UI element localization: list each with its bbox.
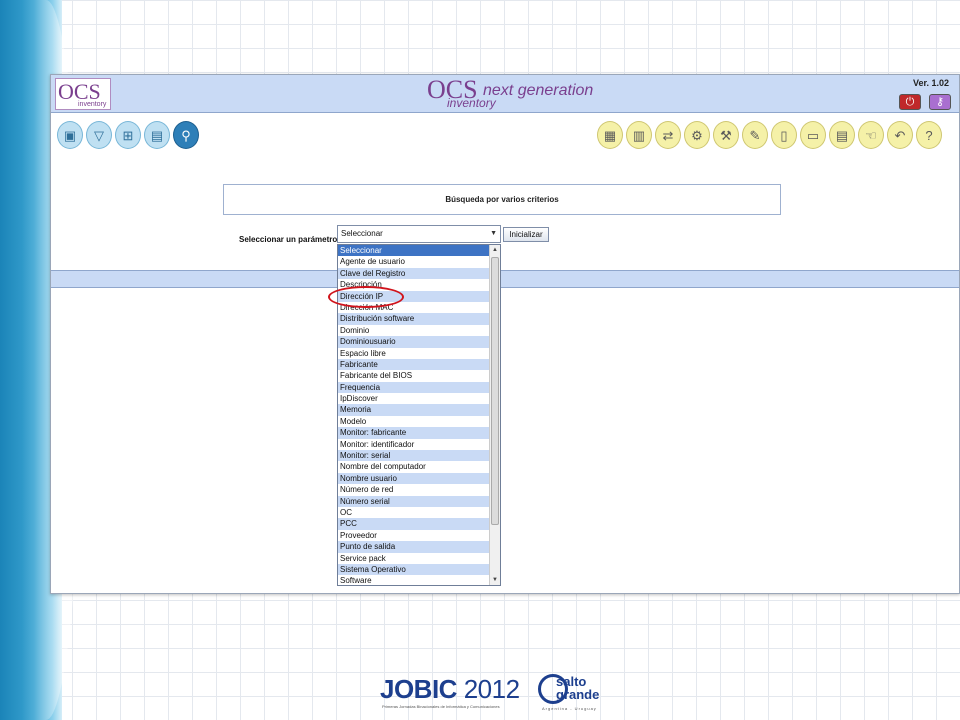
dropdown-option[interactable]: Software xyxy=(338,575,490,585)
dropdown-option[interactable]: IpDiscover xyxy=(338,393,490,404)
results-header-band xyxy=(51,270,959,288)
param-label: Seleccionar un parámetro: xyxy=(239,235,340,244)
salto-grande-line2: grande xyxy=(556,687,600,702)
logo-center-generation: next generation xyxy=(483,82,594,99)
toolbar-right: ▦ ▥ ⇄ ⚙ ⚒ ✎ ▯ ▭ ▤ ☜ ↶? xyxy=(597,121,942,149)
slide-footer: JOBIC 2012 Primeras Jornadas Binacionale… xyxy=(380,672,640,716)
dropdown-option[interactable]: Número de red xyxy=(338,484,490,495)
app-header: OCS inventory OCS next generation invent… xyxy=(51,75,959,113)
dropdown-option[interactable]: Punto de salida xyxy=(338,541,490,553)
logout-button[interactable]: ⏻ xyxy=(899,94,921,110)
tools-icon[interactable]: ⚒ xyxy=(713,121,739,149)
password-button[interactable]: ⚷ xyxy=(929,94,951,110)
dropdown-option[interactable]: Fabricante xyxy=(338,358,490,371)
dropdown-option[interactable]: Sistema Operativo xyxy=(338,563,490,576)
ocs-logo-small[interactable]: OCS inventory xyxy=(55,78,111,110)
salto-grande-text: salto grande xyxy=(556,675,599,701)
scroll-thumb[interactable] xyxy=(491,257,499,525)
dropdown-option[interactable]: Nombre del computador xyxy=(338,461,490,472)
search-icon[interactable]: ⚲ xyxy=(173,121,199,149)
jobic-logo: JOBIC 2012 xyxy=(380,674,520,705)
scroll-down-icon[interactable]: ▼ xyxy=(490,575,500,585)
dropdown-option[interactable]: Monitor: identificador xyxy=(338,439,490,450)
version-label: Ver. 1.02 xyxy=(912,78,949,88)
edit-icon[interactable]: ✎ xyxy=(742,121,768,149)
documents-icon[interactable]: ▯ xyxy=(771,121,797,149)
dropdown-option[interactable]: Fabricante del BIOS xyxy=(338,370,490,381)
key-icon: ⚷ xyxy=(935,96,945,108)
groups-icon[interactable]: ▤ xyxy=(144,121,170,149)
gift-icon[interactable]: ▦ xyxy=(597,121,623,149)
toolbar-left: ▣ ▽ ⊞ ▤ ⚲ xyxy=(57,121,199,149)
logo-small-sub: inventory xyxy=(78,101,107,108)
dropdown-scrollbar[interactable]: ▲ ▼ xyxy=(489,245,500,585)
ocs-app-window: OCS inventory OCS next generation invent… xyxy=(50,74,960,594)
dropdown-option[interactable]: Agente de usuario xyxy=(338,256,490,267)
salto-grande-subtitle: Argentina - Uruguay xyxy=(542,706,597,711)
dropdown-option[interactable]: OC xyxy=(338,507,490,518)
dropdown-option[interactable]: Nombre usuario xyxy=(338,472,490,485)
network-icon[interactable]: ⊞ xyxy=(115,121,141,149)
back-icon[interactable]: ↶ xyxy=(887,121,913,149)
dropdown-option[interactable]: Service pack xyxy=(338,553,490,564)
annotation-highlight-ring xyxy=(328,286,404,308)
logo-center-inventory: inventory xyxy=(447,96,496,110)
jobic-text: JOBIC xyxy=(380,674,457,704)
dropdown-option[interactable]: Proveedor xyxy=(338,530,490,541)
param-select[interactable]: Seleccionar ▼ xyxy=(337,225,501,243)
filter-icon[interactable]: ▽ xyxy=(86,121,112,149)
help-icon[interactable]: ? xyxy=(916,121,942,149)
dropdown-option[interactable]: Dominio xyxy=(338,325,490,336)
search-title: Búsqueda por varios criterios xyxy=(223,184,781,215)
init-button[interactable]: Inicializar xyxy=(503,227,549,242)
param-select-value: Seleccionar xyxy=(341,229,383,238)
chevron-down-icon: ▼ xyxy=(490,230,497,237)
dropdown-option[interactable]: Seleccionar xyxy=(338,245,490,257)
dropdown-option[interactable]: Espacio libre xyxy=(338,348,490,359)
power-icon: ⏻ xyxy=(905,96,915,108)
dropdown-option[interactable]: Monitor: fabricante xyxy=(338,427,490,439)
dropdown-option[interactable]: Clave del Registro xyxy=(338,267,490,280)
transfer-icon[interactable]: ⇄ xyxy=(655,121,681,149)
dropdown-option[interactable]: Memoria xyxy=(338,404,490,416)
dropdown-option[interactable]: Frequencia xyxy=(338,381,490,394)
report-icon[interactable]: ▤ xyxy=(829,121,855,149)
dropdown-option[interactable]: PCC xyxy=(338,518,490,530)
jobic-subtitle: Primeras Jornadas Binacionales de Inform… xyxy=(382,704,500,709)
inventory-icon[interactable]: ▥ xyxy=(626,121,652,149)
dropdown-option[interactable]: Número serial xyxy=(338,495,490,507)
ocs-logo-center: OCS next generation inventory xyxy=(427,76,607,111)
dropdown-option[interactable]: Dominiousuario xyxy=(338,336,490,348)
scroll-up-icon[interactable]: ▲ xyxy=(490,245,500,255)
settings-icon[interactable]: ⚙ xyxy=(684,121,710,149)
window-icon[interactable]: ▭ xyxy=(800,121,826,149)
computers-icon[interactable]: ▣ xyxy=(57,121,83,149)
dropdown-option[interactable]: Distribución software xyxy=(338,313,490,325)
hand-icon[interactable]: ☜ xyxy=(858,121,884,149)
jobic-year: 2012 xyxy=(463,674,520,704)
dropdown-option[interactable]: Modelo xyxy=(338,416,490,427)
dropdown-option[interactable]: Monitor: serial xyxy=(338,450,490,462)
